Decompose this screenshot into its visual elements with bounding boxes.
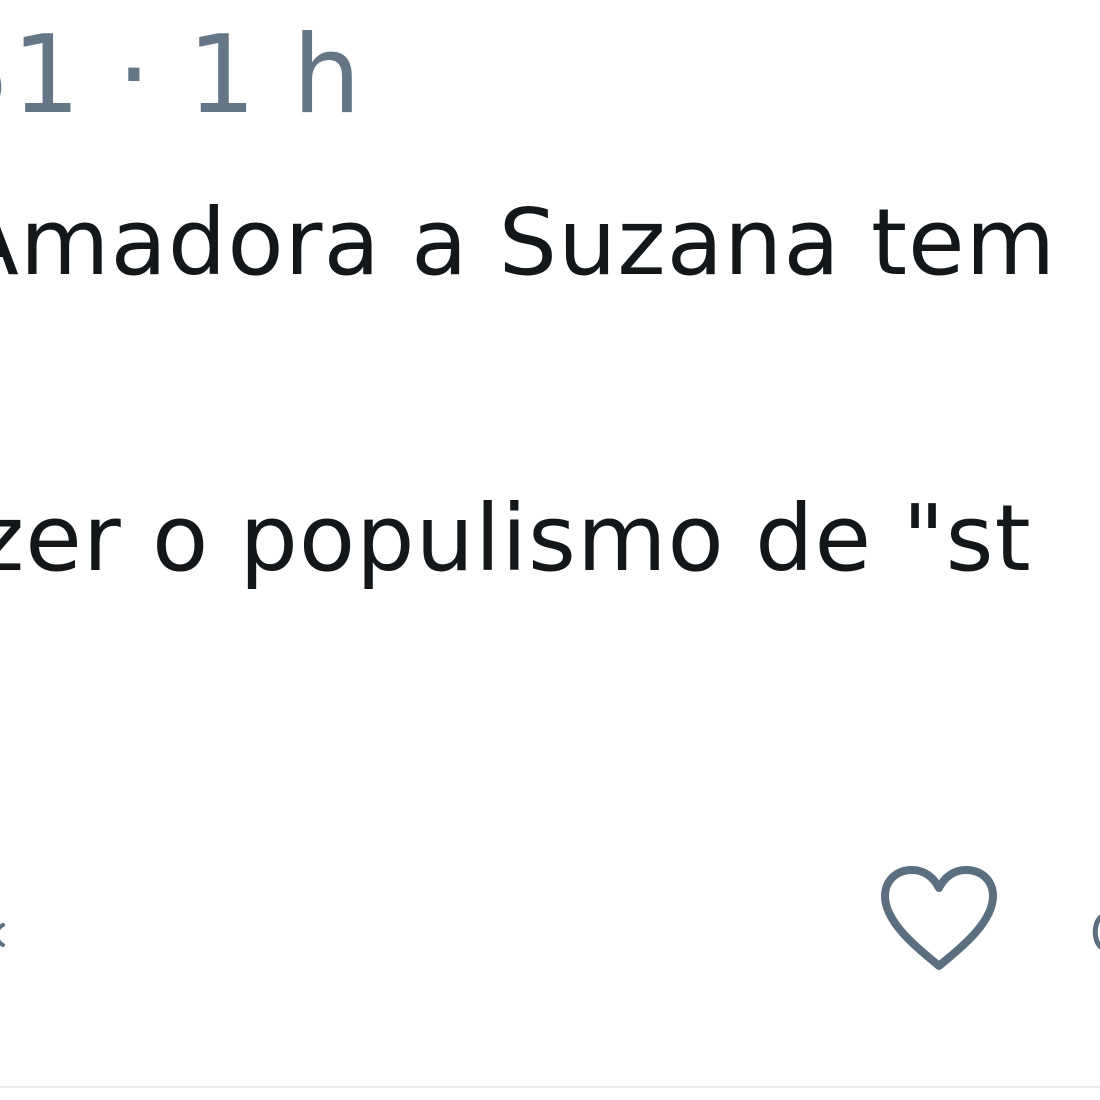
like-button[interactable] [870,860,1008,978]
tweet-meta: 51 · 1 h [0,13,362,138]
heart-icon [876,865,1002,973]
bottom-divider [0,1086,1100,1088]
tweet-text-line-1: Amadora a Suzana tem [0,189,1057,296]
partial-action-icon[interactable] [0,922,6,948]
tweet-crop: 51 · 1 h Amadora a Suzana tem zer o popu… [0,0,1100,1100]
tweet-text-line-2: zer o populismo de "st [0,485,1032,592]
partial-share-icon[interactable] [1088,912,1100,952]
tweet-actions [0,850,1100,990]
